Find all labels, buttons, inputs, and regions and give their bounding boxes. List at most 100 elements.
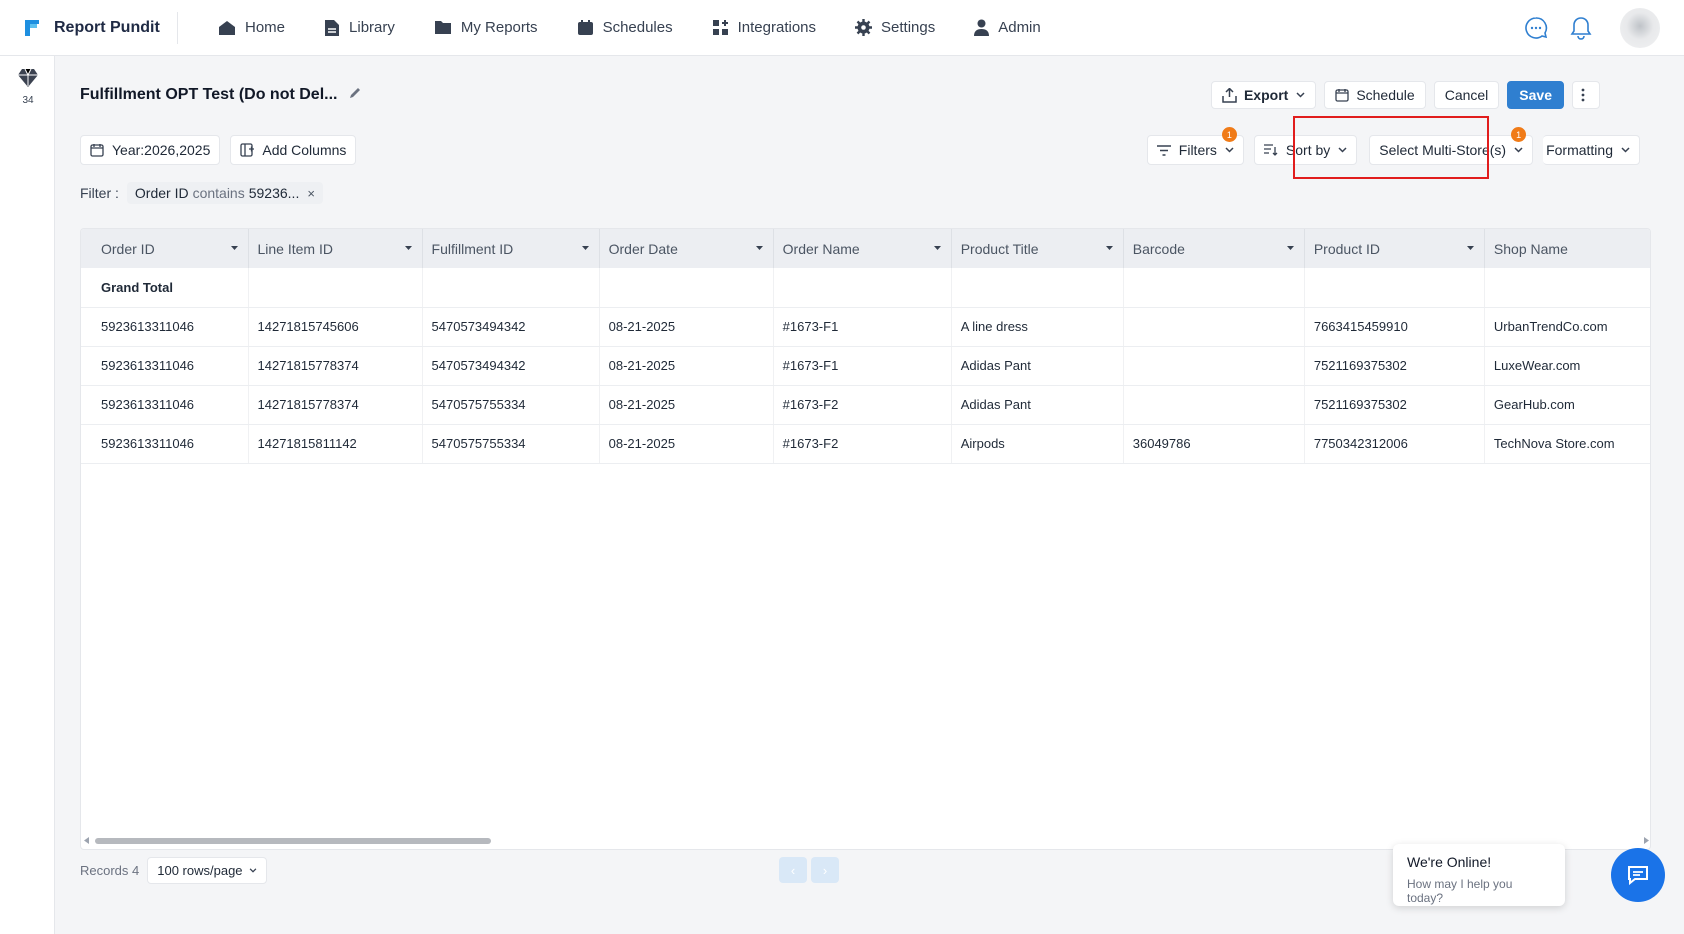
table-cell: [773, 268, 952, 308]
nav-schedules[interactable]: Schedules: [577, 19, 673, 36]
table-cell: 36049786: [1123, 424, 1305, 464]
diamond-icon: [18, 68, 38, 87]
nav-integrations[interactable]: Integrations: [712, 19, 816, 36]
remove-filter-icon[interactable]: ×: [307, 186, 315, 201]
table-cell: A line dress: [951, 307, 1124, 347]
table-cell: #1673-F1: [773, 307, 952, 347]
pagination: ‹ ›: [779, 857, 839, 883]
next-page-button[interactable]: ›: [811, 857, 839, 883]
table-row[interactable]: 5923613311046 14271815778374 5470573494342…: [81, 346, 1650, 386]
multi-store-badge: 1: [1511, 127, 1527, 142]
user-icon: [974, 19, 990, 36]
nav-settings[interactable]: Settings: [855, 19, 935, 36]
main-nav: Home Library My Reports Schedules Integr…: [198, 19, 1060, 37]
table-cell: #1673-F1: [773, 346, 952, 386]
sort-caret-icon[interactable]: [1466, 246, 1474, 250]
sort-caret-icon[interactable]: [933, 246, 941, 250]
column-header[interactable]: Shop Name: [1484, 229, 1650, 268]
save-label: Save: [1519, 87, 1552, 103]
bell-icon: [1570, 17, 1592, 40]
table-cell: LuxeWear.com: [1484, 346, 1650, 386]
column-header[interactable]: Product ID: [1304, 229, 1485, 268]
add-column-icon: [240, 143, 255, 157]
column-header[interactable]: Barcode: [1123, 229, 1305, 268]
records-count: Records 4: [80, 863, 140, 878]
nav-my-reports[interactable]: My Reports: [434, 19, 538, 36]
column-header[interactable]: Order Date: [599, 229, 774, 268]
schedule-button[interactable]: Schedule: [1324, 81, 1426, 109]
column-header[interactable]: Order Name: [773, 229, 952, 268]
export-button[interactable]: Export: [1210, 81, 1317, 109]
page-title: Fulfillment OPT Test (Do not Del...: [80, 86, 338, 103]
column-header[interactable]: Line Item ID: [248, 229, 423, 268]
sort-caret-icon[interactable]: [404, 246, 412, 250]
nav-admin[interactable]: Admin: [974, 19, 1041, 36]
nav-home[interactable]: Home: [218, 19, 285, 36]
table-cell: TechNova Store.com: [1484, 424, 1650, 464]
save-button[interactable]: Save: [1507, 81, 1564, 109]
sort-caret-icon[interactable]: [755, 246, 763, 250]
table-cell: 5470573494342: [422, 307, 600, 347]
table-cell: [599, 268, 774, 308]
nav-label: Integrations: [737, 19, 817, 36]
table-cell: [1123, 346, 1305, 386]
notifications-button[interactable]: [1570, 16, 1592, 40]
table-cell: 5923613311046: [81, 307, 249, 347]
filters-badge: 1: [1221, 127, 1237, 142]
table-cell: GearHub.com: [1484, 385, 1650, 425]
sort-caret-icon[interactable]: [581, 246, 589, 250]
formatting-button[interactable]: Formatting: [1543, 135, 1640, 165]
scrollbar-thumb[interactable]: [95, 838, 491, 844]
column-header-label: Barcode: [1132, 240, 1185, 257]
grand-total-row: Grand Total: [81, 268, 1650, 308]
filters-button[interactable]: Filters 1: [1146, 127, 1244, 165]
table-cell: [1123, 268, 1305, 308]
filter-chip[interactable]: Order ID contains 59236... ×: [126, 182, 323, 204]
table-cell: [248, 268, 423, 308]
table-row[interactable]: 5923613311046 14271815778374 5470575755334…: [81, 385, 1650, 425]
table-cell: 5923613311046: [81, 346, 249, 386]
brand[interactable]: Report Pundit: [22, 18, 177, 38]
sort-caret-icon[interactable]: [230, 246, 238, 250]
scroll-left-icon[interactable]: [84, 837, 89, 844]
year-range-button[interactable]: Year:2026,2025: [80, 135, 221, 165]
home-icon: [219, 20, 235, 35]
chat-greeting[interactable]: We're Online! How may I help you today?: [1393, 844, 1565, 906]
table-cell: 08-21-2025: [599, 385, 774, 425]
column-header[interactable]: Product Title: [951, 229, 1124, 268]
column-header[interactable]: Order ID: [81, 229, 249, 268]
nav-library[interactable]: Library: [324, 19, 395, 37]
report-title-row: Fulfillment OPT Test (Do not Del...: [80, 86, 362, 104]
prev-page-button[interactable]: ‹: [779, 857, 807, 883]
schedule-label: Schedule: [1356, 87, 1415, 103]
table-row[interactable]: 5923613311046 14271815811142 5470575755334…: [81, 424, 1650, 464]
column-header[interactable]: Fulfillment ID: [422, 229, 600, 268]
edit-title-button[interactable]: [349, 86, 362, 104]
messages-button[interactable]: [1524, 16, 1548, 40]
year-range-label: Year:2026,2025: [112, 142, 211, 158]
rows-per-page-select[interactable]: 100 rows/page: [147, 857, 267, 884]
chat-title: We're Online!: [1407, 854, 1492, 870]
table-cell: [1123, 307, 1305, 347]
scroll-right-icon[interactable]: [1644, 837, 1649, 844]
formatting-label: Formatting: [1546, 142, 1613, 158]
nav-label: My Reports: [460, 19, 538, 36]
cancel-button[interactable]: Cancel: [1433, 81, 1500, 109]
table-row[interactable]: 5923613311046 14271815745606 5470573494342…: [81, 307, 1650, 347]
nav-label: Admin: [998, 19, 1041, 36]
table-cell: #1673-F2: [773, 385, 952, 425]
chat-launcher-button[interactable]: [1611, 848, 1665, 902]
user-avatar[interactable]: [1620, 8, 1660, 48]
table-footer: Records 4 100 rows/page: [80, 857, 267, 884]
nav-right: [1524, 0, 1684, 56]
apps-icon: [712, 20, 728, 35]
more-options-button[interactable]: [1572, 81, 1600, 109]
left-rail: 34: [0, 56, 55, 934]
diamond-credits[interactable]: 34: [14, 68, 42, 106]
add-columns-button[interactable]: Add Columns: [230, 135, 357, 165]
sort-caret-icon[interactable]: [1286, 246, 1294, 250]
chevron-down-icon: [1296, 92, 1305, 98]
calendar-icon: [577, 20, 593, 35]
sort-caret-icon[interactable]: [1105, 246, 1113, 250]
top-navbar: Report Pundit Home Library My Reports Sc…: [0, 0, 1684, 56]
